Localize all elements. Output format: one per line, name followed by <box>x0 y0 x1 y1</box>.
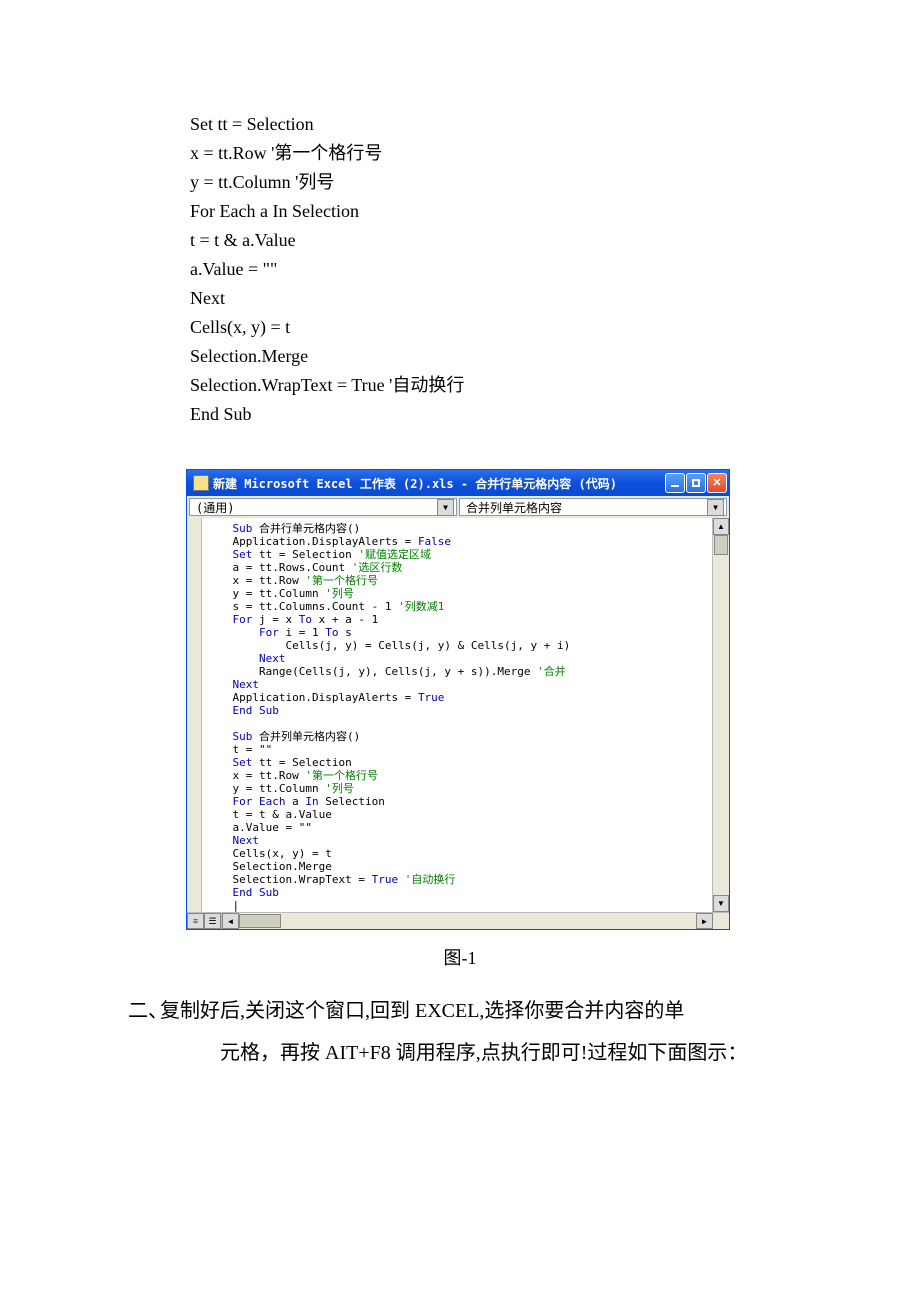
code-line: For Each a In Selection <box>206 795 712 808</box>
code-line: t = t & a.Value <box>190 226 920 255</box>
code-line: Next <box>206 678 712 691</box>
body-paragraph-cont: 元格，再按 AIT+F8 调用程序,点执行即可!过程如下面图示： <box>220 1032 780 1074</box>
code-line: End Sub <box>206 886 712 899</box>
scroll-left-button[interactable]: ◄ <box>222 913 239 929</box>
code-line: Range(Cells(j, y), Cells(j, y + s)).Merg… <box>206 665 712 678</box>
procedure-dropdown-value: 合并列单元格内容 <box>466 499 562 516</box>
code-line: Cells(x, y) = t <box>190 313 920 342</box>
scroll-up-button[interactable]: ▲ <box>713 518 729 535</box>
code-line: y = tt.Column '列号 <box>206 782 712 795</box>
code-line: y = tt.Column '列号 <box>190 168 920 197</box>
code-line: t = "" <box>206 743 712 756</box>
body-paragraph: 二、复制好后,关闭这个窗口,回到 EXCEL,选择你要合并内容的单 <box>160 990 780 1032</box>
code-line: y = tt.Column '列号 <box>206 587 712 600</box>
code-line: Sub 合并行单元格内容() <box>206 522 712 535</box>
code-line: Selection.WrapText = True '自动换行 <box>190 371 920 400</box>
window-controls <box>665 473 727 493</box>
code-line: Selection.WrapText = True '自动换行 <box>206 873 712 886</box>
code-line: x = tt.Row '第一个格行号 <box>206 769 712 782</box>
code-line: a.Value = "" <box>206 821 712 834</box>
code-line: Set tt = Selection <box>190 110 920 139</box>
document-code-block: Set tt = Selectionx = tt.Row '第一个格行号y = … <box>190 110 920 429</box>
code-line: Selection.Merge <box>190 342 920 371</box>
scroll-thumb[interactable] <box>714 535 728 555</box>
vbe-module-icon <box>193 475 209 491</box>
code-line: Application.DisplayAlerts = False <box>206 535 712 548</box>
horizontal-scrollbar[interactable]: ◄ ► <box>222 913 713 929</box>
code-line: Set tt = Selection <box>206 756 712 769</box>
code-line: | <box>206 899 712 912</box>
figure-caption: 图-1 <box>0 944 920 970</box>
code-line: Selection.Merge <box>206 860 712 873</box>
margin-indicator-bar <box>187 518 202 912</box>
vbe-object-proc-selectors: (通用) ▼ 合并列单元格内容 ▼ <box>187 496 729 518</box>
code-line: For Each a In Selection <box>190 197 920 226</box>
scroll-down-button[interactable]: ▼ <box>713 895 729 912</box>
vbe-bottom-bar: ≡ ☰ ◄ ► <box>187 912 729 929</box>
code-line: For i = 1 To s <box>206 626 712 639</box>
code-line: For j = x To x + a - 1 <box>206 613 712 626</box>
scroll-right-button[interactable]: ► <box>696 913 713 929</box>
code-line: End Sub <box>206 704 712 717</box>
code-line: t = t & a.Value <box>206 808 712 821</box>
code-line: a = tt.Rows.Count '选区行数 <box>206 561 712 574</box>
body-line-1: 复制好后,关闭这个窗口,回到 EXCEL,选择你要合并内容的单 <box>160 1000 684 1022</box>
chevron-down-icon[interactable]: ▼ <box>707 499 724 516</box>
body-line-2: 元格，再按 AIT+F8 调用程序,点执行即可!过程如下面图示： <box>220 1042 747 1064</box>
code-editor[interactable]: Sub 合并行单元格内容() Application.DisplayAlerts… <box>202 518 712 912</box>
code-line: x = tt.Row '第一个格行号 <box>206 574 712 587</box>
vbe-titlebar[interactable]: 新建 Microsoft Excel 工作表 (2).xls - 合并行单元格内… <box>187 470 729 496</box>
chevron-down-icon[interactable]: ▼ <box>437 499 454 516</box>
hscroll-track[interactable] <box>239 913 696 929</box>
code-line: End Sub <box>190 400 920 429</box>
code-line: Next <box>190 284 920 313</box>
code-line: x = tt.Row '第一个格行号 <box>190 139 920 168</box>
code-line: Next <box>206 834 712 847</box>
hscroll-thumb[interactable] <box>239 914 281 928</box>
object-dropdown[interactable]: (通用) ▼ <box>189 498 457 516</box>
resize-grip[interactable] <box>713 913 729 929</box>
code-line: s = tt.Columns.Count - 1 '列数减1 <box>206 600 712 613</box>
full-module-view-icon[interactable]: ☰ <box>204 913 221 929</box>
vertical-scrollbar[interactable]: ▲ ▼ <box>712 518 729 912</box>
object-dropdown-value: (通用) <box>196 499 234 516</box>
list-marker: 二、 <box>128 990 160 1032</box>
minimize-button[interactable] <box>665 473 685 493</box>
code-line: Next <box>206 652 712 665</box>
code-line: Cells(x, y) = t <box>206 847 712 860</box>
code-line: Sub 合并列单元格内容() <box>206 730 712 743</box>
scroll-track[interactable] <box>713 535 729 895</box>
maximize-button[interactable] <box>686 473 706 493</box>
code-line <box>206 717 712 730</box>
code-line: Cells(j, y) = Cells(j, y) & Cells(j, y +… <box>206 639 712 652</box>
procedure-dropdown[interactable]: 合并列单元格内容 ▼ <box>459 498 727 516</box>
close-button[interactable] <box>707 473 727 493</box>
code-line: Set tt = Selection '赋值选定区域 <box>206 548 712 561</box>
code-line: Application.DisplayAlerts = True <box>206 691 712 704</box>
code-line: a.Value = "" <box>190 255 920 284</box>
window-title: 新建 Microsoft Excel 工作表 (2).xls - 合并行单元格内… <box>213 475 665 492</box>
procedure-view-icon[interactable]: ≡ <box>187 913 204 929</box>
vbe-code-window: 新建 Microsoft Excel 工作表 (2).xls - 合并行单元格内… <box>186 469 730 930</box>
